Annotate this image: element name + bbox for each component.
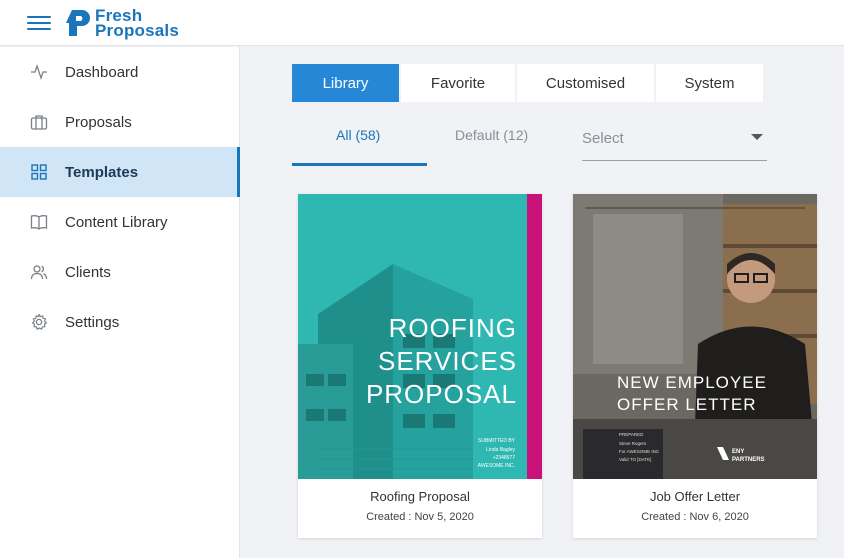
book-icon (30, 213, 48, 231)
cover-title-line-2: SERVICES (378, 346, 517, 376)
template-card-job-offer[interactable]: NEW EMPLOYEE OFFER LETTER PREPARED Steve… (573, 194, 817, 538)
cover-prepared-3: For AWESOME INC (619, 449, 660, 454)
activity-icon (30, 63, 48, 81)
brand-name: Fresh Proposals (95, 7, 179, 40)
segment-library[interactable]: Library (292, 64, 399, 102)
sidebar-item-settings[interactable]: Settings (0, 297, 239, 347)
select-placeholder: Select (582, 130, 624, 147)
sidebar-item-templates[interactable]: Templates (0, 147, 240, 197)
segment-favorite[interactable]: Favorite (401, 64, 515, 102)
template-name: Job Offer Letter (649, 489, 741, 504)
briefcase-icon (30, 113, 48, 131)
sidebar-item-clients[interactable]: Clients (0, 247, 239, 297)
template-created-date: Created : Nov 6, 2020 (641, 511, 749, 523)
sidebar-item-label: Templates (65, 163, 139, 181)
cover-title-line-3: PROPOSAL (366, 379, 517, 409)
roofing-cover-art: ROOFING SERVICES PROPOSAL SUBMITTED BY L… (298, 194, 542, 479)
cover-badge-1: ENY (732, 449, 744, 455)
users-icon (30, 263, 48, 281)
cover-submitted-2: Linda Bagley (486, 447, 515, 453)
cover-badge-2: PARTNERS (732, 457, 765, 463)
template-cover-image: NEW EMPLOYEE OFFER LETTER PREPARED Steve… (573, 194, 817, 479)
cover-prepared-4: Valid TO [DATE] (619, 457, 651, 462)
sidebar-item-label: Proposals (65, 113, 132, 131)
template-card-roofing[interactable]: ROOFING SERVICES PROPOSAL SUBMITTED BY L… (298, 194, 542, 538)
cover-submitted-3: +2348677 (493, 455, 516, 461)
brand-line2: Proposals (95, 20, 179, 40)
cover-submitted-4: AWESOME INC. (478, 463, 515, 469)
filter-select[interactable]: Select (582, 121, 767, 161)
cover-title-line-1: ROOFING (389, 313, 517, 343)
segment-control: Library Favorite Customised System (292, 64, 765, 102)
cover-title-line-2: OFFER LETTER (617, 395, 757, 414)
job-offer-cover-art: NEW EMPLOYEE OFFER LETTER PREPARED Steve… (573, 194, 817, 479)
sidebar-item-label: Clients (65, 263, 111, 281)
grid-icon (30, 163, 48, 181)
main-content: Library Favorite Customised System All (… (241, 47, 844, 558)
template-cover-image: ROOFING SERVICES PROPOSAL SUBMITTED BY L… (298, 194, 542, 479)
sidebar-item-content-library[interactable]: Content Library (0, 197, 239, 247)
fresh-proposals-logo-icon (66, 9, 90, 36)
cover-prepared-1: PREPARED (619, 432, 644, 437)
sidebar-item-label: Content Library (65, 213, 168, 231)
sidebar-item-label: Dashboard (65, 63, 139, 81)
template-name: Roofing Proposal (370, 489, 470, 504)
cover-submitted-1: SUBMITTED BY (478, 438, 516, 444)
tab-all[interactable]: All (58) (336, 127, 380, 143)
segment-system[interactable]: System (656, 64, 763, 102)
cover-prepared-2: Steve Rogers (619, 441, 647, 446)
top-bar: Fresh Proposals (0, 0, 844, 46)
chevron-down-icon (751, 134, 763, 140)
brand-logo[interactable]: Fresh Proposals (63, 7, 179, 40)
segment-customised[interactable]: Customised (517, 64, 654, 102)
cover-title-line-1: NEW EMPLOYEE (617, 373, 767, 392)
menu-icon[interactable] (27, 12, 51, 34)
tab-default[interactable]: Default (12) (455, 127, 528, 143)
sidebar-item-proposals[interactable]: Proposals (0, 97, 239, 147)
sidebar: Dashboard Proposals Templates Content Li… (0, 47, 240, 558)
sidebar-item-dashboard[interactable]: Dashboard (0, 47, 239, 97)
template-created-date: Created : Nov 5, 2020 (366, 511, 474, 523)
active-tab-indicator (292, 163, 427, 166)
sidebar-item-label: Settings (65, 313, 120, 331)
gear-icon (30, 313, 48, 331)
